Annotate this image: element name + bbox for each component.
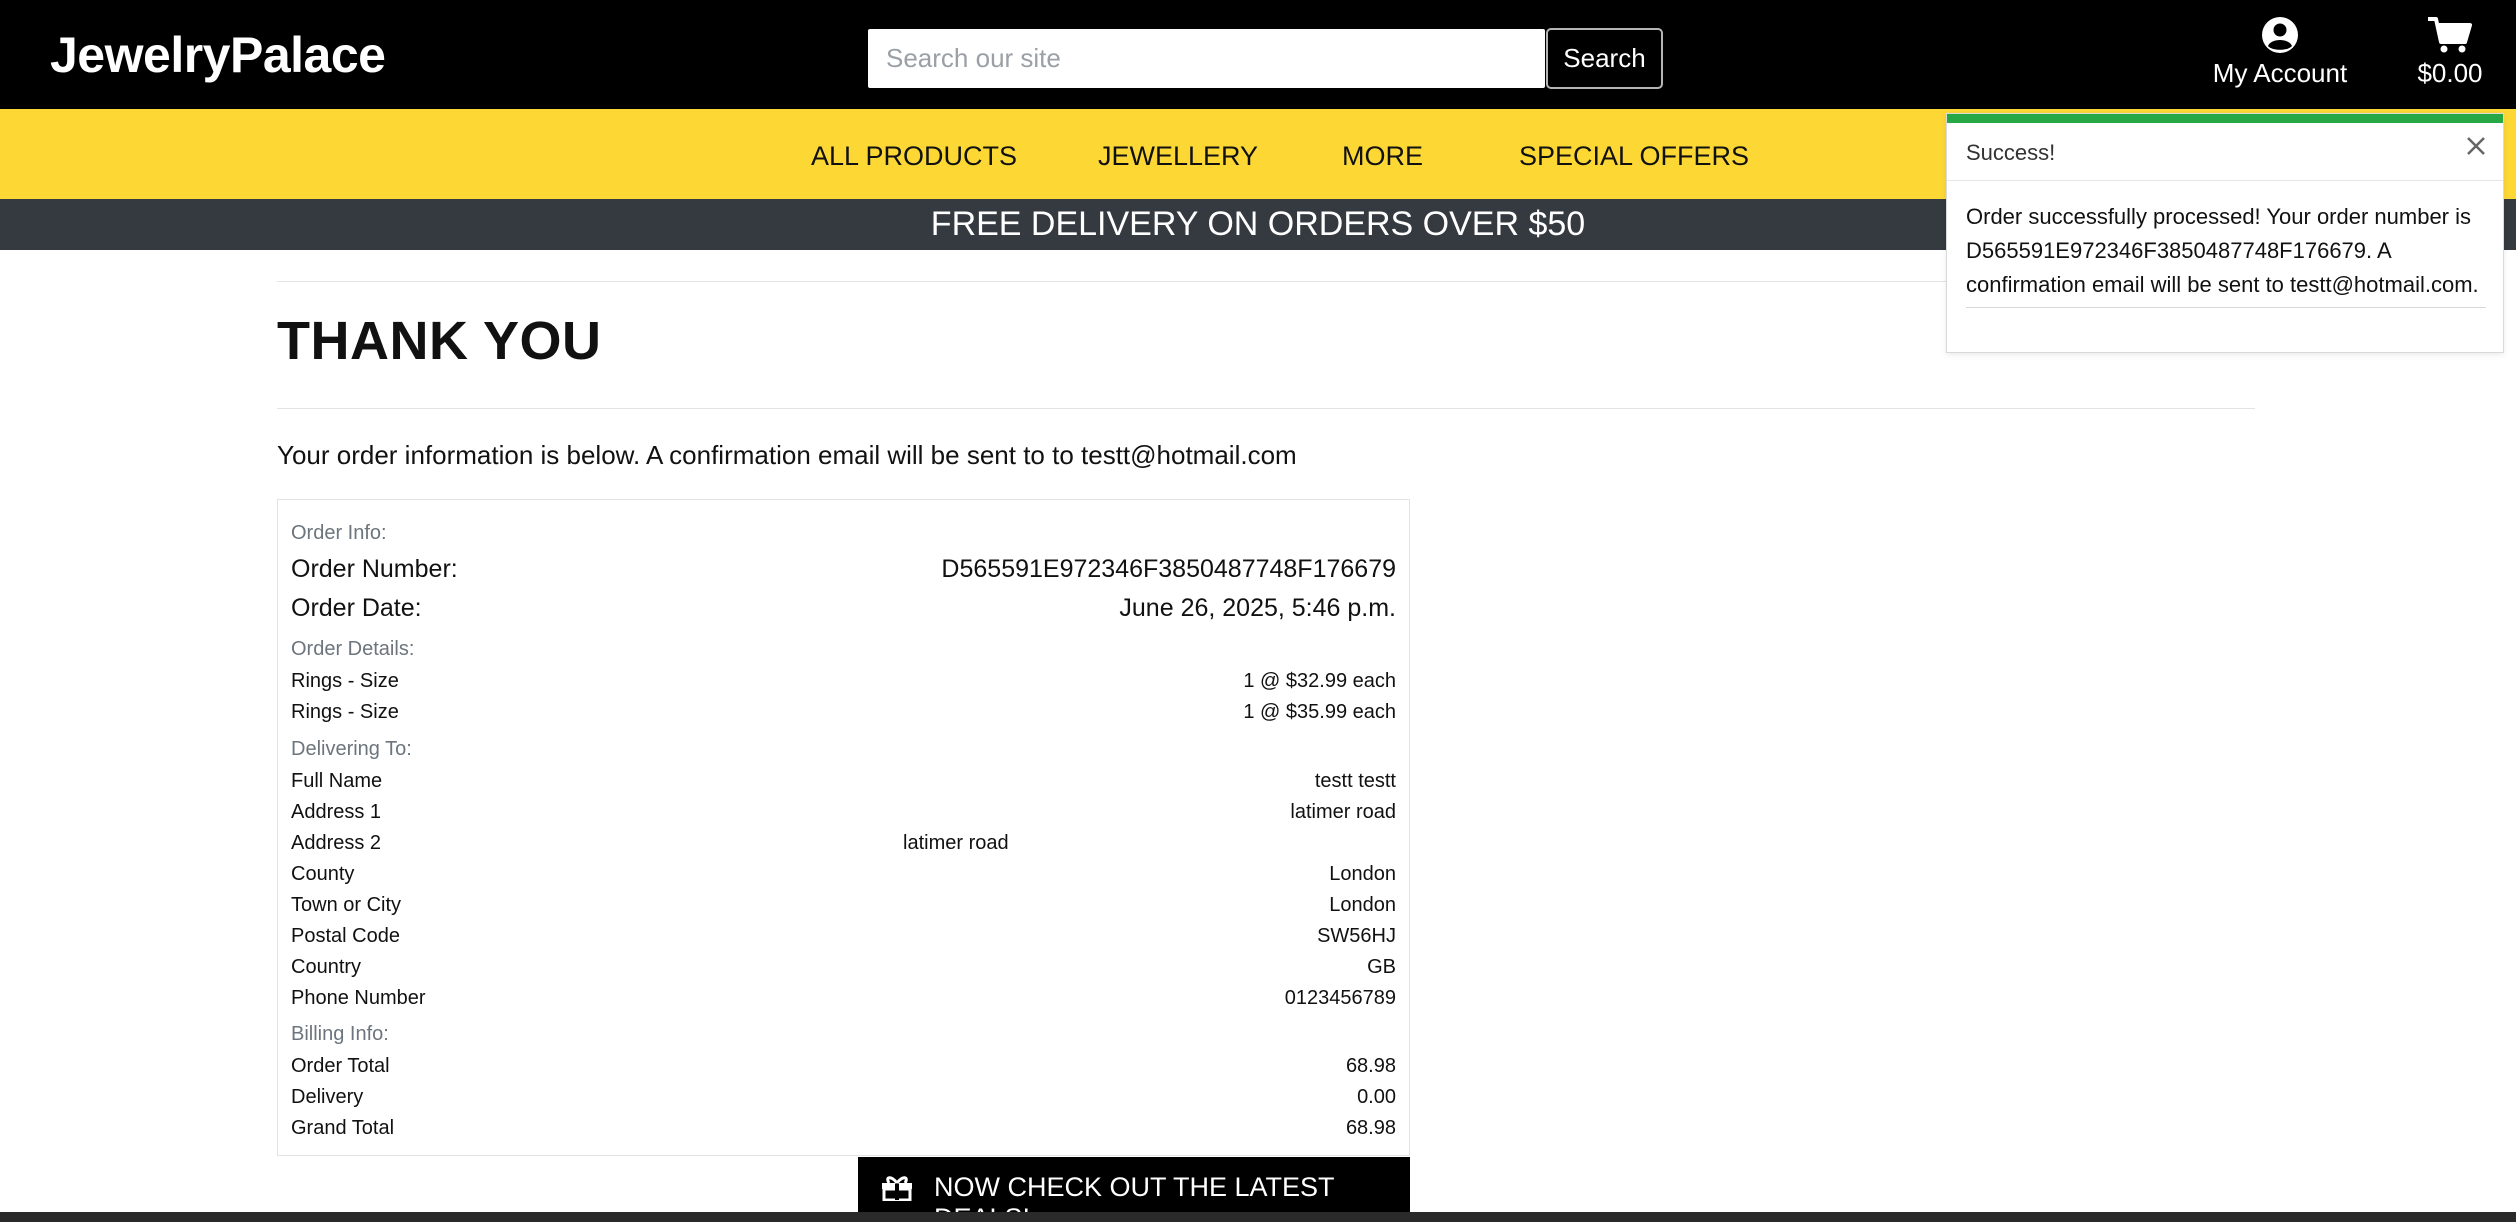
county-value: London [1329, 863, 1396, 885]
delivery-cost-label: Delivery [291, 1086, 364, 1108]
shopping-cart-icon [2428, 17, 2472, 53]
page-title: THANK YOU [277, 311, 602, 371]
order-total-label: Order Total [291, 1055, 390, 1077]
order-item-name: Rings - Size [291, 670, 399, 692]
nav-item-special-offers[interactable]: SPECIAL OFFERS [1519, 141, 1749, 172]
country-value: GB [1367, 956, 1396, 978]
nav-item-jewellery[interactable]: JEWELLERY [1098, 141, 1258, 172]
order-details-label: Order Details: [291, 638, 415, 660]
toast-message: Order successfully processed! Your order… [1966, 204, 2479, 297]
postcode-value: SW56HJ [1317, 925, 1396, 947]
order-number-label: Order Number: [291, 555, 458, 583]
phone-value: 0123456789 [1284, 987, 1396, 1009]
toast-divider [1966, 307, 2486, 308]
order-item-qty-price: 1 @ $32.99 each [1243, 670, 1396, 692]
search-button[interactable]: Search [1546, 28, 1663, 89]
footer-edge [0, 1212, 2516, 1222]
grand-total-label: Grand Total [291, 1117, 395, 1139]
gift-icon [882, 1176, 912, 1201]
town-label: Town or City [291, 894, 402, 916]
site-logo[interactable]: JewelryPalace [50, 26, 386, 84]
full-name-value: testt testt [1314, 770, 1396, 792]
my-account-label: My Account [2212, 58, 2348, 88]
nav-item-more[interactable]: MORE [1342, 141, 1423, 172]
delivery-cost-value: 0.00 [1357, 1086, 1396, 1108]
order-date-value: June 26, 2025, 5:46 p.m. [1119, 594, 1396, 622]
address1-label: Address 1 [291, 801, 382, 823]
postcode-label: Postal Code [291, 925, 400, 947]
intro-text: Your order information is below. A confi… [277, 440, 1297, 470]
cart-link[interactable]: $0.00 [2400, 16, 2500, 89]
order-total-value: 68.98 [1345, 1055, 1396, 1077]
order-number-value: D565591E972346F3850487748F176679 [941, 555, 1396, 583]
town-value: London [1329, 894, 1396, 916]
nav-item-all-products[interactable]: ALL PRODUCTS [811, 141, 1017, 172]
order-item-qty-price: 1 @ $35.99 each [1243, 701, 1396, 723]
latest-deals-button[interactable]: NOW CHECK OUT THE LATEST DEALS! [858, 1157, 1410, 1222]
toast-divider [1947, 180, 2503, 181]
phone-label: Phone Number [291, 987, 426, 1009]
address2-value: latimer road [903, 832, 1009, 854]
toast-title: Success! [1966, 140, 2056, 165]
order-date-label: Order Date: [291, 594, 422, 622]
search-input[interactable] [868, 29, 1545, 88]
cart-total: $0.00 [2417, 58, 2483, 88]
grand-total-value: 68.98 [1345, 1117, 1396, 1139]
order-info-label: Order Info: [291, 522, 387, 544]
my-account-link[interactable]: My Account [2200, 16, 2360, 89]
county-label: County [291, 863, 355, 885]
order-item-name: Rings - Size [291, 701, 399, 723]
full-name-label: Full Name [291, 770, 383, 792]
address2-label: Address 2 [291, 832, 382, 854]
user-circle-icon [2262, 17, 2298, 53]
close-icon[interactable] [2465, 135, 2487, 157]
billing-info-label: Billing Info: [291, 1023, 389, 1045]
order-summary: Order Info: Order Number: D565591E972346… [277, 499, 1410, 1156]
success-toast: Success! Order successfully processed! Y… [1946, 113, 2504, 353]
site-header: JewelryPalace Search My Account $0.00 [0, 0, 2516, 109]
delivering-to-label: Delivering To: [291, 738, 412, 760]
country-label: Country [291, 956, 362, 978]
toast-accent-bar [1947, 114, 2503, 123]
divider [277, 408, 2255, 409]
address1-value: latimer road [1290, 801, 1396, 823]
